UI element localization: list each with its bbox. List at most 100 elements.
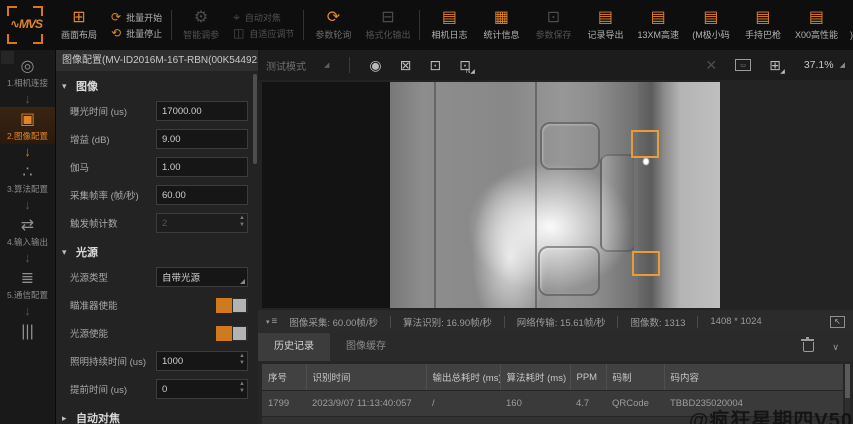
config-input[interactable]: 1000▲▼ <box>156 351 248 371</box>
sidebar-step-2[interactable]: ▣2.图像配置 <box>0 107 55 144</box>
zoom-level-value[interactable]: 37.1% <box>804 59 834 71</box>
spin-down-icon[interactable]: ▼ <box>239 222 245 229</box>
toolbar-button-preset-handheld-gun[interactable]: ▤手持巴枪 <box>743 9 783 41</box>
step-arrow-icon: ↓ <box>24 303 31 319</box>
toolbar-button-adaptive-adjust: ◫自适应调节 <box>233 27 294 40</box>
table-cell: 4.7 <box>570 417 606 424</box>
column-header[interactable]: 码制 <box>606 364 664 391</box>
sidebar-step-label: 5.通信配置 <box>7 289 48 301</box>
spin-up-icon[interactable]: ▲ <box>239 215 245 222</box>
status-divider <box>504 316 505 328</box>
roi-box-bottom[interactable] <box>632 251 660 276</box>
embossed-tab <box>540 122 600 170</box>
column-header[interactable]: 序号 <box>262 364 306 391</box>
crease-line <box>434 82 436 308</box>
spin-down-icon[interactable]: ▼ <box>239 360 245 367</box>
image-config-icon: ▣ <box>20 110 35 130</box>
config-panel-title: 图像配置(MV-ID2016M-16T-RBN(00K544921 <box>56 50 258 71</box>
chevron-down-icon: ▾ <box>62 81 70 92</box>
sidebar-step-label: 3.算法配置 <box>7 183 48 195</box>
tab-history-record[interactable]: 历史记录 <box>258 333 330 361</box>
config-dropdown[interactable]: 自带光源 <box>156 267 248 287</box>
zoom-caret-icon[interactable]: ◢ <box>840 61 845 69</box>
toolbar-button-preset-xm-tinycode[interactable]: ▤(M极小码 <box>691 9 731 41</box>
toolbar-stack: ⌖自动对焦 ◫自适应调节 <box>233 11 294 40</box>
config-section-expanded[interactable]: ▾光源 <box>56 237 258 263</box>
expand-panel-icon[interactable]: ↖ <box>830 316 845 328</box>
sidebar-step-5[interactable]: ≣5.通信配置 <box>0 266 55 303</box>
snapshot-n-frames-icon[interactable]: ⊡N◢ <box>459 57 471 74</box>
spin-up-icon[interactable]: ▲ <box>239 353 245 360</box>
column-header[interactable]: 识别时间 <box>306 364 426 391</box>
sidebar-step-6[interactable]: ||| <box>0 319 55 344</box>
config-section-collapsed[interactable]: ▸自动对焦 <box>56 403 258 424</box>
config-input[interactable]: 1.00 <box>156 157 248 177</box>
collapse-panel-icon[interactable]: ∨ <box>832 342 839 353</box>
statusbar-menu-icon[interactable]: ▾≡ <box>266 316 277 327</box>
spin-down-icon[interactable]: ▼ <box>239 388 245 395</box>
table-scrollbar-thumb[interactable] <box>845 364 850 398</box>
config-input[interactable]: 60.00 <box>156 185 248 205</box>
snapshot-icon[interactable]: ⊡ <box>429 57 441 74</box>
toolbar-button-batch-start[interactable]: ⟳批量开始 <box>111 11 162 24</box>
config-row-label: 采集帧率 (帧/秒) <box>70 188 139 202</box>
n-frames-badge: N◢ <box>466 68 475 75</box>
toolbar-button-auto-focus: ⌖自动对焦 <box>233 11 294 24</box>
sidebar-step-label: 4.输入输出 <box>7 236 48 248</box>
camera-image-viewport[interactable] <box>258 80 853 310</box>
spinner-arrows-icon[interactable]: ▲▼ <box>239 215 245 229</box>
idmvs-client-window: ∿MVS ⊞画面布局⟳批量开始⟲批量停止⚙智能调参⌖自动对焦◫自适应调节⟳参数轮… <box>0 0 853 424</box>
pixel-info-icon[interactable]: ▭ <box>735 59 751 71</box>
watermark-text: @疯狂星期四V50 <box>689 404 853 424</box>
step-arrow-icon: ↓ <box>24 250 31 266</box>
sidebar-collapse-chip[interactable] <box>1 51 14 64</box>
toolbar-button-preset-13xm-highspeed[interactable]: ▤13XM高速 <box>637 9 679 41</box>
test-mode-dropdown[interactable]: 测试模式 <box>266 58 306 73</box>
config-scrollbar[interactable] <box>253 74 257 164</box>
config-input[interactable]: 9.00 <box>156 129 248 149</box>
image-config-panel: 图像配置(MV-ID2016M-16T-RBN(00K544921 ▾图像曝光时… <box>55 50 258 424</box>
sidebar-step-4[interactable]: ⇄4.输入输出 <box>0 213 55 250</box>
config-row-label: 光源使能 <box>70 326 108 340</box>
config-section-expanded[interactable]: ▾图像 <box>56 71 258 97</box>
toolbar-button-preset-x00-performance[interactable]: ▤X00高性能 <box>795 9 838 41</box>
history-tab-bar: 历史记录 图像缓存 ∨ <box>258 333 853 361</box>
toolbar-button-param-polling[interactable]: ⟳参数轮询 <box>313 9 353 41</box>
toolbar-button-record-export[interactable]: ▤记录导出 <box>585 9 625 41</box>
spinner-arrows-icon[interactable]: ▲▼ <box>239 353 245 367</box>
grid-view-icon[interactable]: ⊞◢ <box>769 57 781 74</box>
spin-up-icon[interactable]: ▲ <box>239 381 245 388</box>
tab-image-cache[interactable]: 图像缓存 <box>330 333 402 361</box>
toggle-knob <box>233 327 246 340</box>
toolbar-button-batch-stop[interactable]: ⟲批量停止 <box>111 27 162 40</box>
status-segment: 图像数: 1313 <box>630 315 685 329</box>
column-header[interactable]: 输出总耗时 (ms) <box>426 364 500 391</box>
column-header[interactable]: 码内容 <box>664 364 843 391</box>
toggle-switch[interactable] <box>216 326 248 341</box>
sidebar-step-3[interactable]: ∴3.算法配置 <box>0 160 55 197</box>
config-input[interactable]: 17000.00 <box>156 101 248 121</box>
fit-window-icon[interactable]: ⊠ <box>400 57 412 74</box>
config-row: 采集帧率 (帧/秒) 60.00 <box>56 181 258 209</box>
config-input[interactable]: 0▲▼ <box>156 379 248 399</box>
toggle-switch[interactable] <box>216 298 248 313</box>
toolbar-button-camera-log[interactable]: ▤相机日志 <box>429 9 469 41</box>
toolbar-button-label: 格式化输出 <box>365 28 410 41</box>
toolbar-button-statistics[interactable]: ▦统计信息 <box>481 9 521 41</box>
preset-xm-tinycode-icon: ▤ <box>703 9 718 27</box>
status-divider <box>390 316 391 328</box>
spinner-arrows-icon[interactable]: ▲▼ <box>239 381 245 395</box>
column-header[interactable]: PPM <box>570 364 606 391</box>
record-stop-icon[interactable]: ◉ <box>369 57 381 74</box>
roi-box-top[interactable] <box>631 130 659 158</box>
input-output-icon: ⇄ <box>21 216 34 236</box>
table-cell: 2023/9/07 11:13:40:057 <box>306 417 426 424</box>
table-cell: / <box>426 417 500 424</box>
column-header[interactable]: 算法耗时 (ms) <box>500 364 570 391</box>
clear-history-icon[interactable] <box>803 342 814 352</box>
main-area: 测试模式 ◢ ◉ ⊠ ⊡ ⊡N◢ ✕ ▭ ⊞◢ 37.1% ◢ <box>258 50 853 424</box>
toolbar-button-label: 批量开始 <box>126 11 162 24</box>
config-row: 触发帧计数2▲▼ <box>56 209 258 237</box>
test-mode-caret-icon[interactable]: ◢ <box>324 61 329 69</box>
toolbar-button-screen-layout[interactable]: ⊞画面布局 <box>59 9 99 41</box>
